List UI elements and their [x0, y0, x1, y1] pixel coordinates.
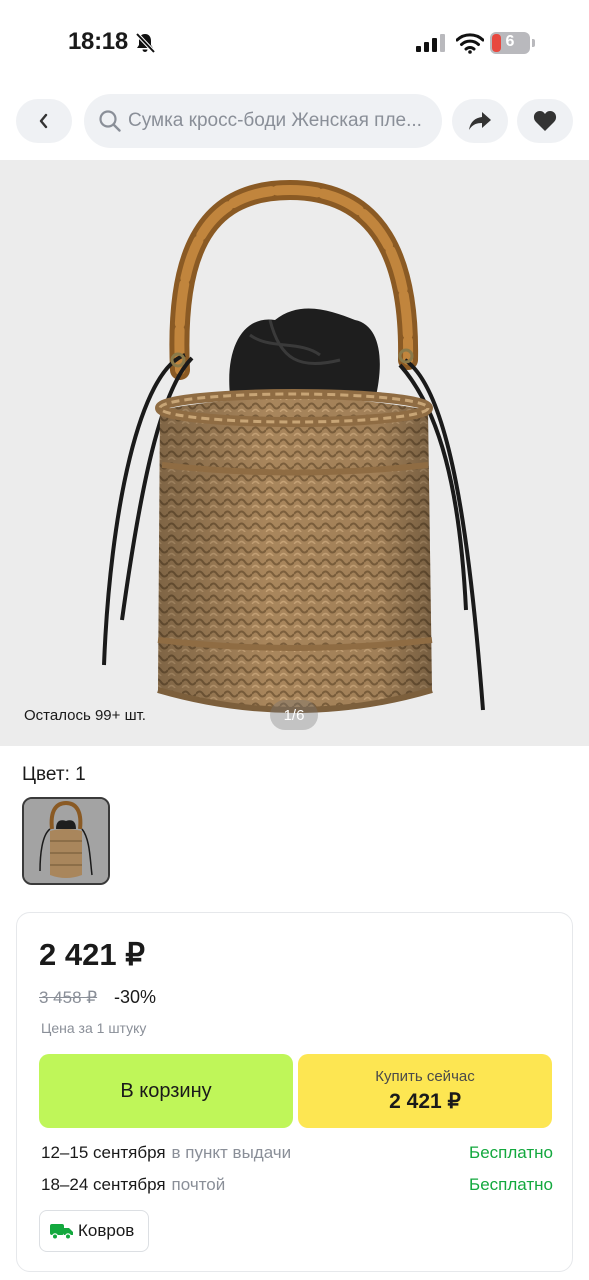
heart-icon: [533, 111, 557, 131]
price-note: Цена за 1 штуку: [41, 1020, 147, 1036]
delivery-dates: 12–15 сентября: [41, 1143, 166, 1162]
delivery-price: Бесплатно: [469, 1143, 553, 1162]
delivery-method: в пункт выдачи: [171, 1143, 292, 1162]
product-photo: [102, 179, 485, 713]
color-option-image: [24, 799, 108, 883]
delivery-dates: 18–24 сентября: [41, 1175, 166, 1194]
wifi-icon: [456, 33, 484, 54]
old-price: 3 458 ₽: [39, 988, 98, 1007]
seller-chip[interactable]: Ковров: [39, 1210, 150, 1252]
battery-icon: 6: [490, 32, 536, 54]
color-option-thumbnail[interactable]: [22, 797, 110, 885]
status-time: 18:18: [68, 28, 128, 55]
add-to-cart-button[interactable]: В корзину: [39, 1054, 293, 1128]
share-button[interactable]: [452, 99, 508, 143]
search-icon: [99, 110, 121, 132]
back-button[interactable]: [16, 99, 72, 143]
top-nav: Сумка кросс-боди Женская пле...: [0, 94, 589, 148]
delivery-price: Бесплатно: [469, 1175, 553, 1194]
seller-name: Ковров: [78, 1221, 135, 1240]
favorite-button[interactable]: [517, 99, 573, 143]
discount-badge: -30%: [114, 987, 157, 1007]
color-label: Цвет: 1: [22, 764, 86, 785]
battery-level: 6: [505, 33, 515, 50]
share-arrow-icon: [469, 112, 491, 130]
delivery-method: почтой: [171, 1175, 226, 1194]
truck-icon: [50, 1224, 73, 1240]
buy-now-price: 2 421 ₽: [389, 1090, 461, 1113]
delivery-option-pickup[interactable]: 12–15 сентября в пункт выдачи Бесплатно: [41, 1143, 553, 1167]
delivery-option-post[interactable]: 18–24 сентября почтой Бесплатно: [41, 1175, 553, 1199]
search-input[interactable]: Сумка кросс-боди Женская пле...: [84, 94, 442, 148]
price-card: 2 421 ₽ 3 458 ₽ -30% Цена за 1 штуку В к…: [16, 912, 573, 1272]
stock-label: Осталось 99+ шт.: [24, 707, 146, 724]
current-price: 2 421 ₽: [39, 937, 145, 972]
buy-now-label: Купить сейчас: [375, 1068, 475, 1085]
product-image-gallery[interactable]: [0, 160, 589, 746]
cellular-signal-icon: [416, 34, 445, 52]
bell-slash-icon: [135, 32, 156, 54]
chevron-left-icon: [39, 113, 48, 129]
search-placeholder: Сумка кросс-боди Женская пле...: [128, 110, 422, 131]
buy-now-button[interactable]: Купить сейчас 2 421 ₽: [298, 1054, 552, 1128]
status-bar: 18:18 6: [0, 0, 589, 86]
image-counter: 1/6: [270, 700, 318, 730]
